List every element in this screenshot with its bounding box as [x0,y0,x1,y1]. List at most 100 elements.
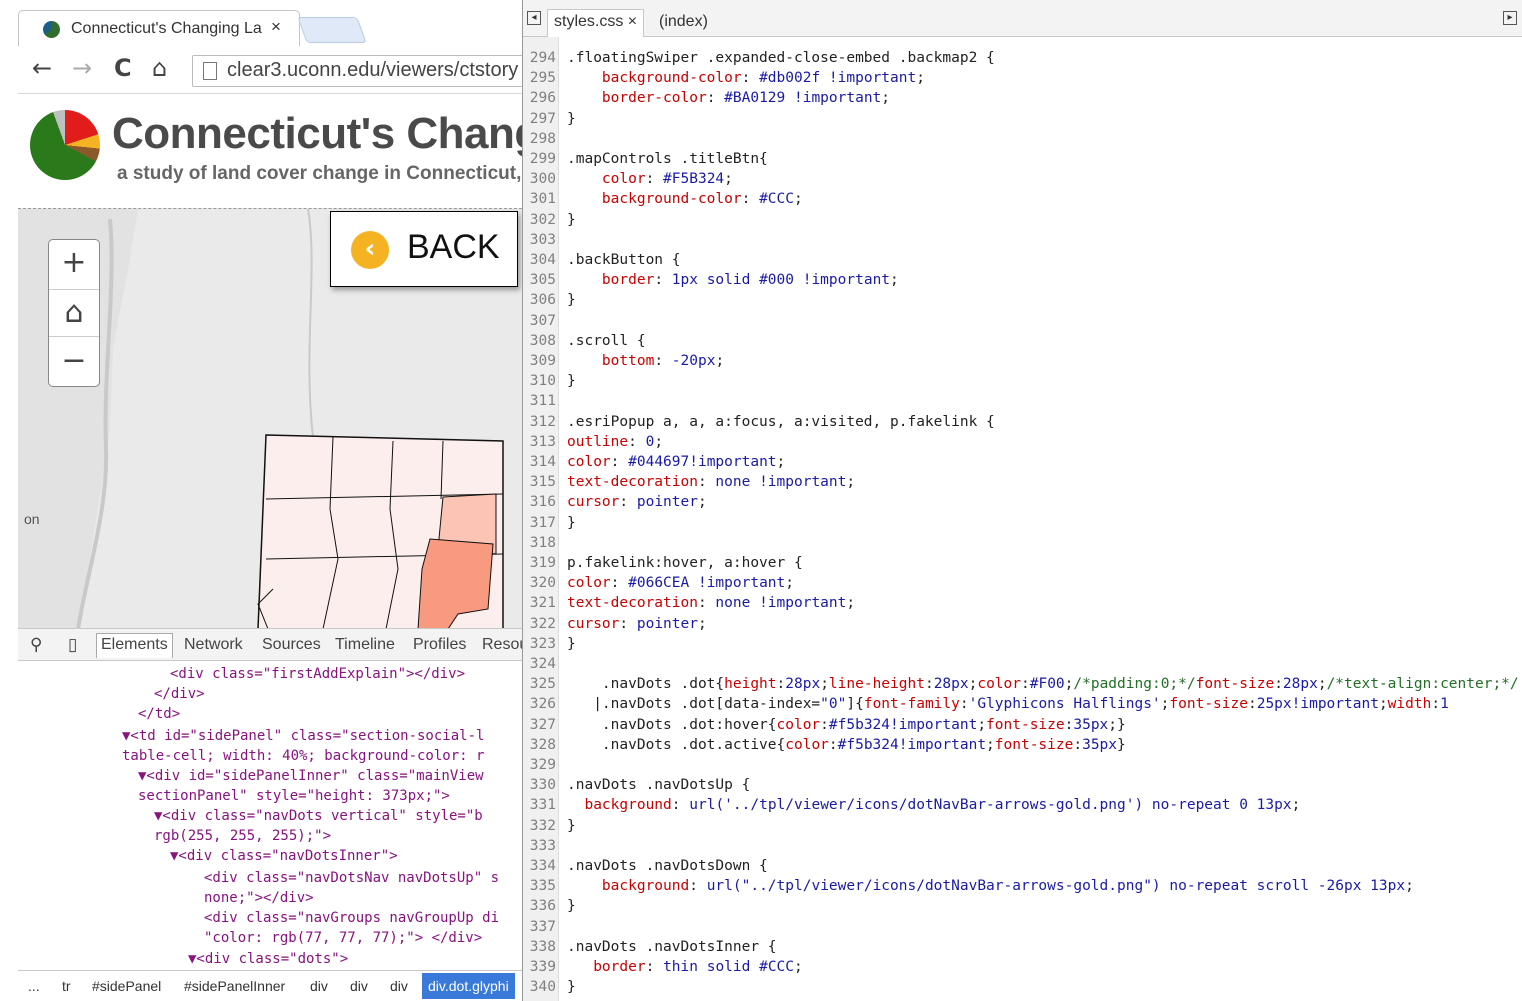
close-tab-icon[interactable]: × [271,17,281,37]
tab-elements[interactable]: Elements [96,633,173,658]
breadcrumb-item-active[interactable]: div.dot.glyphi [422,973,515,999]
code-line[interactable]: text-decoration: none !important; [567,472,855,492]
code-line[interactable]: color: #044697!important; [567,452,785,472]
code-line[interactable]: } [567,210,576,230]
code-line[interactable]: border: thin solid #CCC; [567,957,803,977]
dom-node-cont[interactable]: "color: rgb(77, 77, 77);"> </div> [204,928,482,948]
dom-node[interactable]: <div class="navGroups navGroupUp di [204,908,499,928]
code-line[interactable]: cursor: pointer; [567,614,707,634]
breadcrumb-item[interactable]: tr [62,978,71,994]
breadcrumb-item[interactable]: #sidePanel [92,978,161,994]
line-number: 316 [529,494,556,511]
dom-node[interactable]: </div> [154,684,205,704]
dom-node[interactable]: ▼<td id="sidePanel" class="section-socia… [122,726,484,746]
dom-node[interactable]: </td> [138,704,180,724]
dom-node[interactable]: ▼<div id="sidePanelInner" class="mainVie… [138,766,484,786]
line-number: 294 [529,50,556,66]
back-label: BACK [407,228,500,266]
tab-profiles[interactable]: Profiles [413,636,466,654]
code-line[interactable]: } [567,371,576,391]
code-line[interactable]: .navDots .navDotsDown { [567,856,768,876]
code-line[interactable]: .navDots .dot.active{color:#f5b324!impor… [567,735,1126,755]
browser-tab[interactable]: Connecticut's Changing La × [18,10,300,46]
code-line[interactable]: } [567,896,576,916]
dom-node-cont[interactable]: table-cell; width: 40%; background-color… [122,746,484,766]
code-line[interactable]: } [567,977,576,997]
code-line[interactable]: } [567,290,576,310]
code-line[interactable]: .navDots .navDotsInner { [567,937,777,957]
elements-panel[interactable]: <div class="firstAddExplain"></div> </di… [18,661,522,970]
dom-node[interactable]: <div class="firstAddExplain"></div> [170,664,465,684]
code-line[interactable]: .navDots .dot:hover{color:#f5b324!import… [567,715,1126,735]
code-line[interactable]: } [567,816,576,836]
zoom-home-button[interactable]: ⌂ [49,289,99,337]
dom-node[interactable]: ▼<div class="navDots vertical" style="b [154,806,483,826]
tab-styles-css[interactable]: styles.css × [547,9,645,37]
breadcrumb-item[interactable]: div [310,978,328,994]
code-line[interactable]: background: url('../tpl/viewer/icons/dot… [567,795,1300,815]
reload-icon[interactable]: C [114,54,132,82]
code-line[interactable]: p.fakelink:hover, a:hover { [567,553,803,573]
code-line[interactable]: text-decoration: none !important; [567,593,855,613]
address-bar[interactable]: clear3.uconn.edu/viewers/ctstory [192,55,522,87]
new-tab-button[interactable] [297,17,367,43]
tab-resources[interactable]: Resou [482,636,522,654]
code-line[interactable]: .floatingSwiper .expanded-close-embed .b… [567,48,995,68]
breadcrumb-item[interactable]: #sidePanelInner [184,978,285,994]
dom-node[interactable]: ▼<div class="navDotsInner"> [170,846,398,866]
dom-node[interactable]: <div class="navDotsNav navDotsUp" s [204,868,499,888]
code-editor[interactable]: 294 .floatingSwiper .expanded-close-embed… [523,37,1522,1001]
tab-index[interactable]: (index) [659,13,708,31]
line-number: 319 [529,555,556,571]
back-button[interactable]: ‹ BACK [330,211,518,287]
code-line[interactable]: color: #F5B324; [567,169,733,189]
zoom-in-button[interactable]: + [49,240,99,288]
line-number: 303 [529,231,556,248]
code-line[interactable]: .esriPopup a, a, a:focus, a:visited, p.f… [567,412,995,432]
code-line[interactable]: .mapControls .titleBtn{ [567,149,768,169]
code-line[interactable]: border-color: #BA0129 !important; [567,88,890,108]
search-icon[interactable]: ⚲ [30,635,42,655]
code-line[interactable]: bottom: -20px; [567,351,724,371]
dom-node[interactable]: ▼<div class="dots"> [188,949,348,969]
code-line[interactable]: .navDots .navDotsUp { [567,775,750,795]
dom-node-cont[interactable]: sectionPanel" style="height: 373px;"> [138,786,450,806]
code-line[interactable]: .backButton { [567,250,681,270]
forward-arrow-icon[interactable]: → [72,54,92,82]
code-line[interactable]: background-color: #CCC; [567,189,803,209]
close-icon[interactable]: × [628,13,637,30]
site-title: Connecticut's Changing Landscape [112,109,522,158]
navigator-toggle-icon[interactable]: ◂ [527,11,541,25]
code-line[interactable]: |.navDots .dot[data-index="0"]{font-fami… [567,694,1449,714]
back-arrow-icon[interactable]: ← [32,54,52,82]
code-line[interactable]: cursor: pointer; [567,492,707,512]
code-line[interactable]: } [567,513,576,533]
code-line[interactable]: background: url("../tpl/viewer/icons/dot… [567,876,1414,896]
sources-panel: ◂ styles.css × (index) ▸ 294 .floatingSwi… [522,0,1522,1001]
device-mode-icon[interactable]: ▯ [68,635,77,655]
code-line[interactable]: outline: 0; [567,432,663,452]
tab-timeline[interactable]: Timeline [335,636,395,654]
code-line[interactable]: } [567,109,576,129]
code-line[interactable]: background-color: #db002f !important; [567,68,925,88]
breadcrumb-item[interactable]: div [350,978,368,994]
code-line[interactable]: color: #066CEA !important; [567,573,794,593]
home-icon[interactable]: ⌂ [152,54,167,82]
breadcrumb-item[interactable]: ... [28,978,40,994]
debugger-toggle-icon[interactable]: ▸ [1503,11,1517,25]
line-number: 308 [529,332,556,349]
dom-node-cont[interactable]: none;"></div> [204,888,314,908]
line-number: 329 [529,757,556,773]
code-line[interactable]: .scroll { [567,331,646,351]
map-view[interactable]: on + ⌂ − ‹ BACK [18,208,522,628]
code-line[interactable]: border: 1px solid #000 !important; [567,270,899,290]
breadcrumb-item[interactable]: div [390,978,408,994]
tab-sources[interactable]: Sources [262,636,321,654]
line-number: 295 [529,70,556,87]
tab-network[interactable]: Network [184,636,243,654]
line-number: 309 [529,353,556,369]
zoom-out-button[interactable]: − [49,338,99,386]
code-line[interactable]: .navDots .dot{height:28px;line-height:28… [567,674,1519,694]
code-line[interactable]: } [567,634,576,654]
dom-node-cont[interactable]: rgb(255, 255, 255);"> [154,826,331,846]
